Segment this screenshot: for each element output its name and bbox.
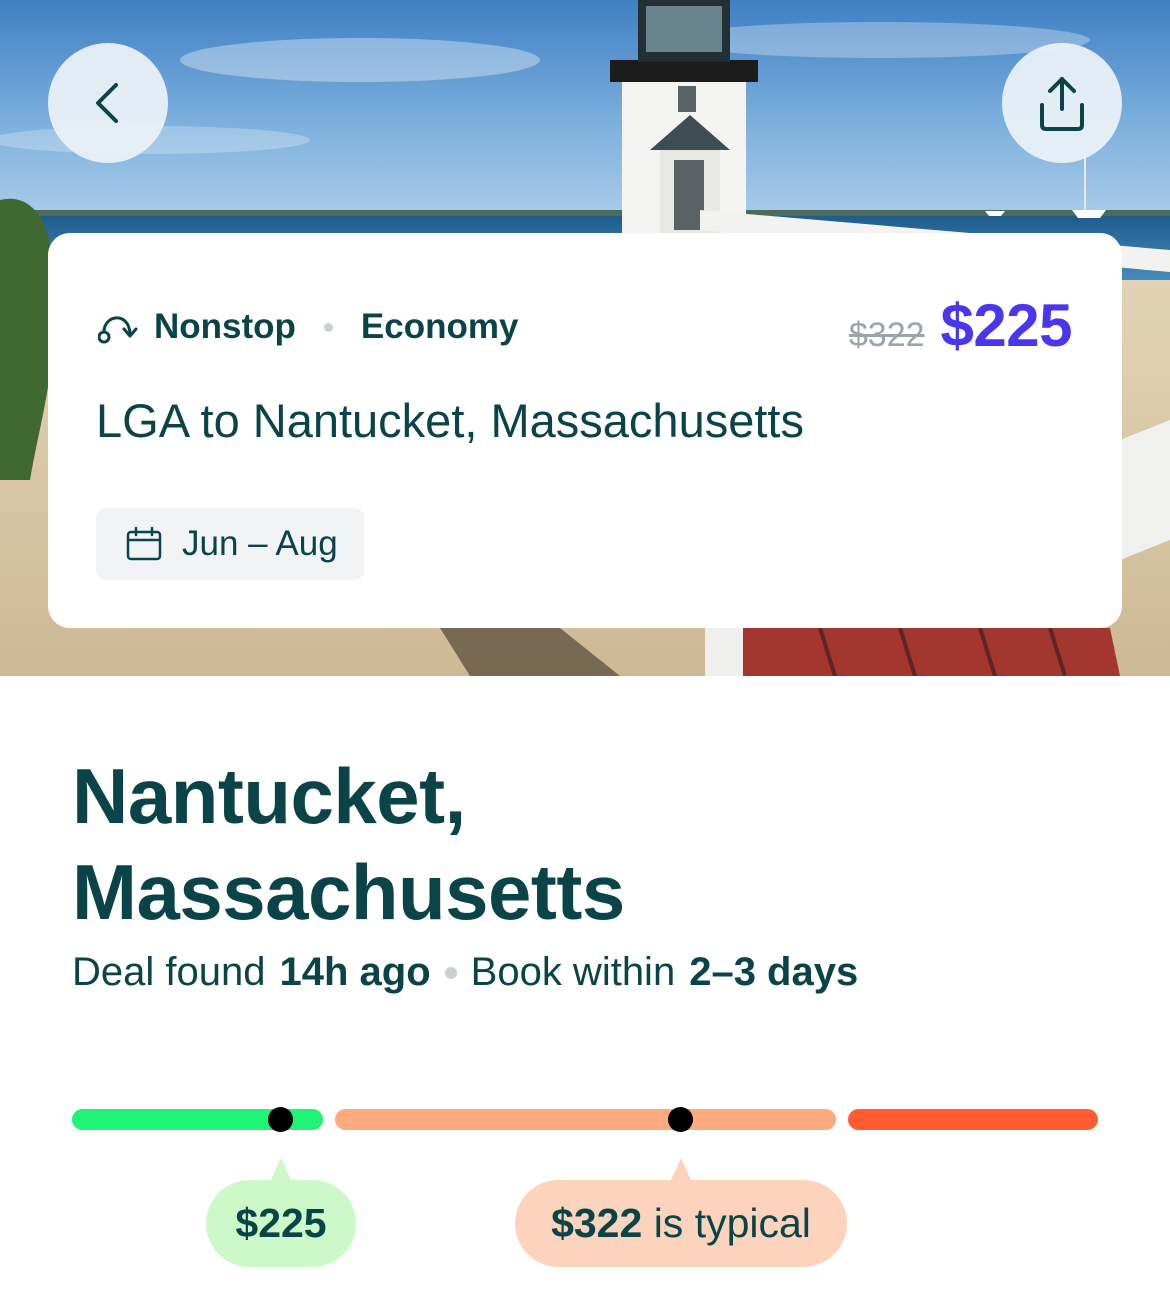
destination-title: Nantucket, Massachusetts: [72, 748, 1072, 940]
stops-label: Nonstop: [154, 307, 296, 346]
deal-card: Nonstop Economy $322 $225 LGA to Nantuck…: [48, 233, 1122, 628]
bubble-pointer: [270, 1158, 292, 1182]
destination-title-line1: Nantucket,: [72, 752, 466, 840]
cabin-label: Economy: [360, 307, 519, 346]
flight-tags: Nonstop Economy: [98, 305, 518, 349]
back-button[interactable]: [48, 43, 168, 163]
price-range-typical-segment: [335, 1109, 836, 1130]
deal-info: Deal found 14h ago Book within 2–3 days: [72, 950, 858, 995]
share-icon: [1040, 77, 1084, 131]
share-button[interactable]: [1002, 43, 1122, 163]
typical-price-bubble: $322 is typical: [515, 1158, 847, 1267]
separator-dot: [444, 966, 457, 979]
calendar-icon: [126, 527, 162, 561]
book-within-value: 2–3 days: [689, 950, 859, 994]
book-within-label: Book within: [470, 950, 676, 994]
dates-label: Jun – Aug: [182, 524, 338, 563]
original-price: $322: [848, 316, 925, 354]
deal-price-bubble-text: $225: [235, 1200, 327, 1246]
route-icon: [98, 316, 138, 344]
chevron-left-icon: [96, 83, 118, 123]
price-range-high-segment: [848, 1109, 1098, 1130]
deal-price: $225: [940, 292, 1073, 359]
separator-dot: [323, 322, 333, 332]
deal-price-marker: [268, 1107, 293, 1132]
deal-found-value: 14h ago: [279, 950, 431, 994]
deal-found-label: Deal found: [72, 950, 266, 994]
destination-title-line2: Massachusetts: [72, 848, 625, 936]
typical-price-value: $322: [551, 1200, 643, 1246]
price-block: $322 $225: [848, 291, 1073, 360]
bubble-pointer: [670, 1158, 692, 1182]
travel-dates-chip[interactable]: Jun – Aug: [96, 508, 364, 580]
typical-price-marker: [668, 1107, 693, 1132]
deal-price-bubble: $225: [206, 1158, 356, 1267]
route-text: LGA to Nantucket, Massachusetts: [96, 394, 804, 447]
typical-price-suffix: is typical: [653, 1200, 811, 1246]
